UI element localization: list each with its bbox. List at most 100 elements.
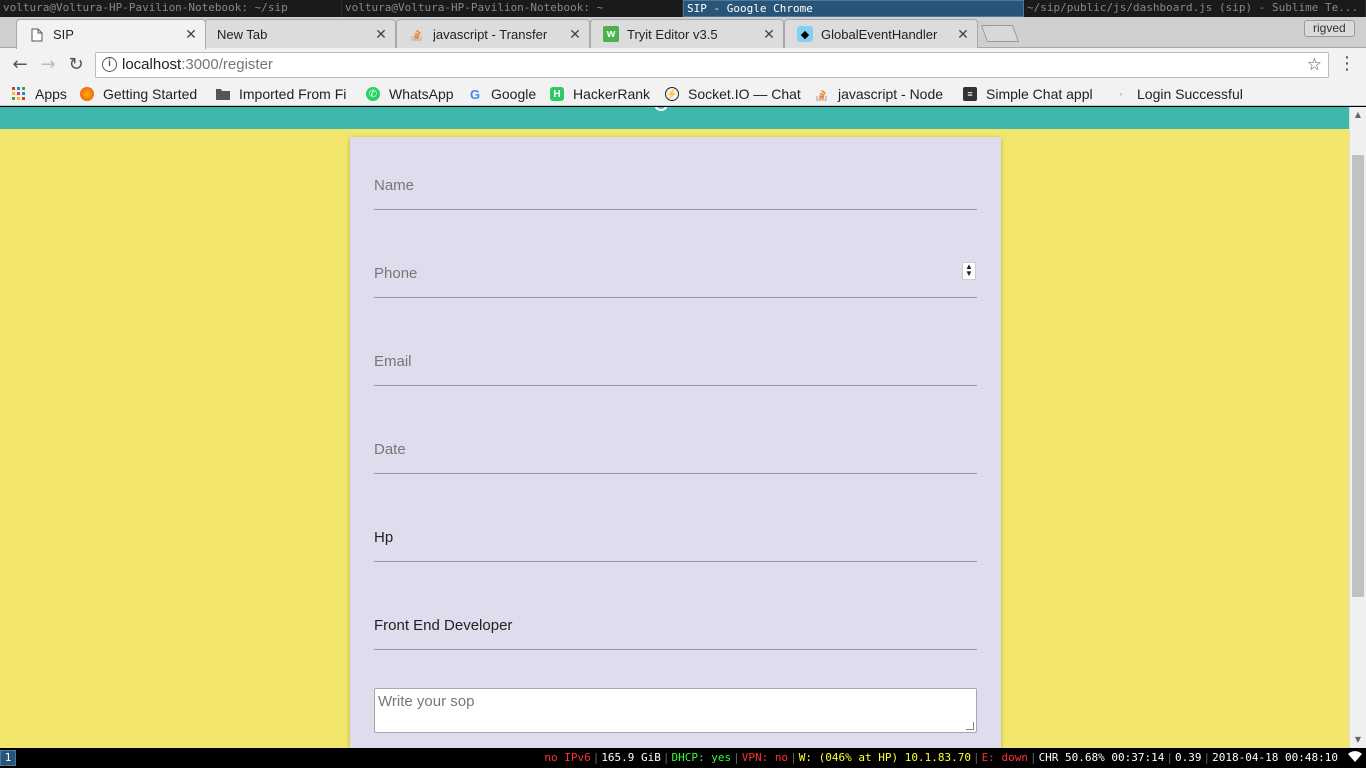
wm-window-title-terminal-sip[interactable]: voltura@Voltura-HP-Pavilion-Notebook: ~/…	[0, 0, 342, 17]
bookmark-whatsapp[interactable]: ✆ WhatsApp	[366, 85, 454, 103]
tab-tryit-editor[interactable]: w Tryit Editor v3.5 ✕	[590, 19, 784, 48]
url-path: :3000/register	[181, 56, 273, 73]
email-field[interactable]: Email	[374, 346, 977, 386]
number-spinner-icon[interactable]: ▲ ▼	[962, 262, 976, 280]
system-status-bar: 1 no IPv6 | 165.9 GiB | DHCP: yes | VPN: no…	[0, 748, 1366, 768]
socketio-icon: ⚡	[665, 87, 679, 101]
close-icon[interactable]: ✕	[955, 26, 971, 43]
bookmark-label: Google	[491, 86, 537, 102]
date-field[interactable]: Date	[374, 434, 977, 474]
register-form: Name Phone ▲ ▼ Email Date Hp Front End De…	[350, 137, 1001, 748]
sop-textarea[interactable]: Write your sop	[374, 688, 977, 733]
vpn-status: VPN: no	[741, 751, 789, 764]
company-field[interactable]: Hp	[374, 522, 977, 562]
header-logo-icon	[654, 107, 668, 111]
hackerrank-icon: H	[550, 87, 564, 101]
kebab-menu-icon[interactable]: ⋮	[1338, 54, 1356, 76]
bookmark-label: Getting Started	[103, 86, 198, 102]
tab-label: New Tab	[217, 26, 268, 42]
wm-window-title-chrome[interactable]: SIP - Google Chrome	[683, 0, 1024, 17]
tab-sip[interactable]: SIP ✕	[16, 19, 206, 49]
bookmark-javascript-node[interactable]: javascript - Node	[815, 85, 949, 103]
forward-arrow-icon[interactable]: →	[36, 54, 60, 76]
battery-status: CHR 50.68% 00:37:14	[1038, 751, 1165, 764]
folder-icon	[216, 87, 230, 101]
clock: 2018-04-18 00:48:10	[1212, 751, 1338, 764]
bookmark-apps[interactable]: Apps	[12, 85, 67, 103]
reload-icon[interactable]: ↻	[64, 54, 88, 76]
bookmarks-bar: Apps Getting Started Imported From Fi ✆ …	[0, 82, 1366, 106]
dhcp-status: DHCP: yes	[671, 751, 732, 764]
name-field[interactable]: Name	[374, 170, 977, 210]
page-scrollbar[interactable]: ▲ ▼	[1349, 107, 1366, 748]
tab-label: GlobalEventHandler	[821, 26, 938, 42]
google-icon: G	[469, 86, 481, 102]
close-icon[interactable]: ✕	[373, 26, 389, 43]
url-host: localhost	[122, 56, 182, 73]
mdn-icon: ◆	[797, 26, 813, 42]
url-text: localhost:3000/register	[122, 53, 273, 77]
phone-field[interactable]: Phone ▲ ▼	[374, 258, 977, 298]
tab-label: SIP	[53, 27, 74, 42]
bookmark-socketio[interactable]: ⚡ Socket.IO — Chat	[665, 85, 801, 103]
close-icon[interactable]: ✕	[761, 26, 777, 43]
page-icon	[29, 27, 45, 43]
bookmark-label: Socket.IO — Chat	[688, 86, 801, 102]
workspace-button[interactable]: 1	[0, 750, 16, 766]
page-icon: ◦	[1119, 89, 1123, 99]
bookmark-getting-started[interactable]: Getting Started	[80, 85, 197, 103]
scroll-up-arrow-icon[interactable]: ▲	[1350, 107, 1366, 123]
new-tab-button[interactable]	[980, 25, 1020, 42]
browser-toolbar: ← → ↻ i localhost:3000/register ☆ ⋮	[0, 48, 1366, 82]
page-viewport: Name Phone ▲ ▼ Email Date Hp Front End De…	[0, 107, 1366, 748]
bookmark-hackerrank[interactable]: H HackerRank	[550, 85, 650, 103]
doc-icon: ≡	[963, 87, 977, 101]
apps-grid-icon	[12, 87, 26, 101]
window-manager-titlebar: voltura@Voltura-HP-Pavilion-Notebook: ~/…	[0, 0, 1366, 17]
tab-label: Tryit Editor v3.5	[627, 26, 718, 42]
scroll-down-arrow-icon[interactable]: ▼	[1350, 732, 1366, 748]
wm-window-title-terminal-home[interactable]: voltura@Voltura-HP-Pavilion-Notebook: ~	[342, 0, 683, 17]
wifi-icon[interactable]	[1348, 751, 1362, 766]
bookmark-google[interactable]: G Google	[468, 85, 536, 103]
email-placeholder: Email	[374, 353, 412, 370]
bookmark-imported-folder[interactable]: Imported From Fi	[216, 85, 352, 103]
tab-strip: SIP ✕ New Tab ✕ javascript - Transfer ✕ …	[0, 17, 1366, 49]
bookmark-simple-chat[interactable]: ≡ Simple Chat appl	[963, 85, 1099, 103]
wifi-status: W: (046% at HP) 10.1.83.70	[798, 751, 971, 764]
role-value: Front End Developer	[374, 617, 513, 634]
tab-globaleventhandler[interactable]: ◆ GlobalEventHandler ✕	[784, 19, 978, 48]
bookmark-label: Login Successful	[1137, 86, 1243, 102]
scroll-thumb[interactable]	[1352, 155, 1364, 597]
sop-placeholder: Write your sop	[378, 693, 475, 710]
stackoverflow-icon	[409, 26, 425, 42]
bookmark-label: WhatsApp	[389, 86, 454, 102]
tab-stackoverflow[interactable]: javascript - Transfer ✕	[396, 19, 590, 48]
firefox-icon	[80, 87, 94, 101]
bookmark-label: javascript - Node	[838, 86, 944, 102]
date-placeholder: Date	[374, 441, 406, 458]
bookmark-label: Apps	[35, 86, 67, 102]
bookmark-star-icon[interactable]: ☆	[1307, 53, 1322, 77]
info-icon[interactable]: i	[102, 57, 117, 72]
phone-placeholder: Phone	[374, 265, 418, 282]
whatsapp-icon: ✆	[366, 87, 380, 101]
bookmark-label: Imported From Fi	[239, 86, 347, 102]
tab-label: javascript - Transfer	[433, 26, 548, 42]
resize-grip-icon[interactable]	[966, 722, 974, 730]
address-bar[interactable]: i localhost:3000/register ☆	[95, 52, 1329, 78]
status-items: no IPv6 | 165.9 GiB | DHCP: yes | VPN: no | …	[544, 751, 1338, 764]
load-status: 0.39	[1175, 751, 1202, 764]
back-arrow-icon[interactable]: ←	[8, 54, 32, 76]
bookmark-login-successful[interactable]: ◦ Login Successful	[1114, 85, 1243, 103]
name-placeholder: Name	[374, 177, 415, 194]
profile-button[interactable]: rigved	[1304, 20, 1355, 37]
disk-status: 165.9 GiB	[601, 751, 661, 764]
tab-new-tab[interactable]: New Tab ✕	[204, 19, 396, 48]
wm-window-title-sublime[interactable]: ~/sip/public/js/dashboard.js (sip) - Sub…	[1024, 0, 1366, 17]
role-field[interactable]: Front End Developer	[374, 610, 977, 650]
page-header	[0, 107, 1349, 129]
close-icon[interactable]: ✕	[183, 26, 199, 43]
company-value: Hp	[374, 529, 394, 546]
close-icon[interactable]: ✕	[567, 26, 583, 43]
